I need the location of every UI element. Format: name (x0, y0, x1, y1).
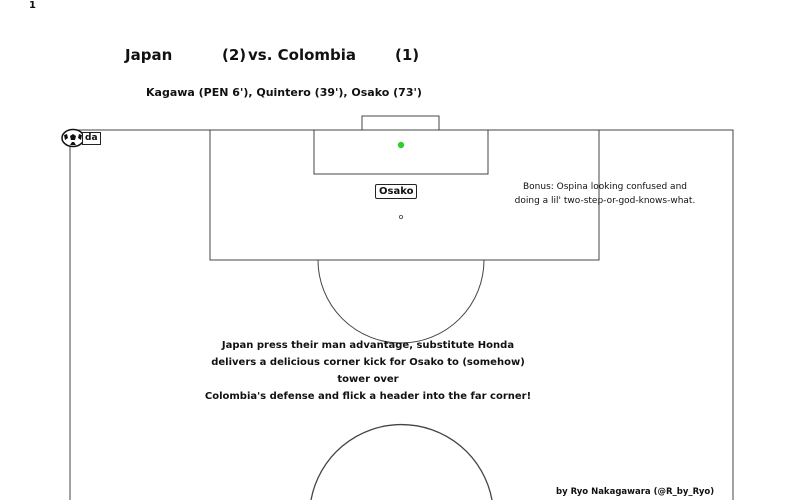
center-circle (310, 423, 493, 500)
bonus-annotation: Bonus: Ospina looking confused and doing… (505, 180, 705, 208)
play-description: Japan press their man advantage, substit… (198, 337, 538, 405)
penalty-spot (398, 214, 403, 219)
desc-line-2: delivers a delicious corner kick for Osa… (211, 357, 525, 385)
ball-carrier-label: da (82, 132, 101, 145)
author-credit: by Ryo Nakagawara (@R_by_Ryo) (556, 487, 715, 497)
goal (361, 115, 440, 131)
away-team: vs. Colombia (248, 46, 357, 64)
pitch (69, 115, 734, 500)
ball-marker (397, 141, 405, 149)
bonus-line-2: doing a lil' two-step-or-god-knows-what. (514, 196, 696, 206)
goal-scorers: Kagawa (PEN 6'), Quintero (39'), Osako (… (146, 86, 422, 99)
desc-line-3: Colombia's defense and flick a header in… (204, 391, 532, 402)
frame-number: 1 (29, 0, 36, 11)
penalty-arc (317, 259, 485, 344)
away-score: (1) (395, 46, 420, 64)
home-score: (2) (222, 46, 247, 64)
player-label-osako: Osako (375, 184, 418, 199)
bonus-line-1: Bonus: Ospina looking confused and (522, 182, 687, 192)
desc-line-1: Japan press their man advantage, substit… (221, 340, 515, 351)
home-team: Japan (125, 46, 173, 64)
six-yard-box (313, 129, 489, 175)
